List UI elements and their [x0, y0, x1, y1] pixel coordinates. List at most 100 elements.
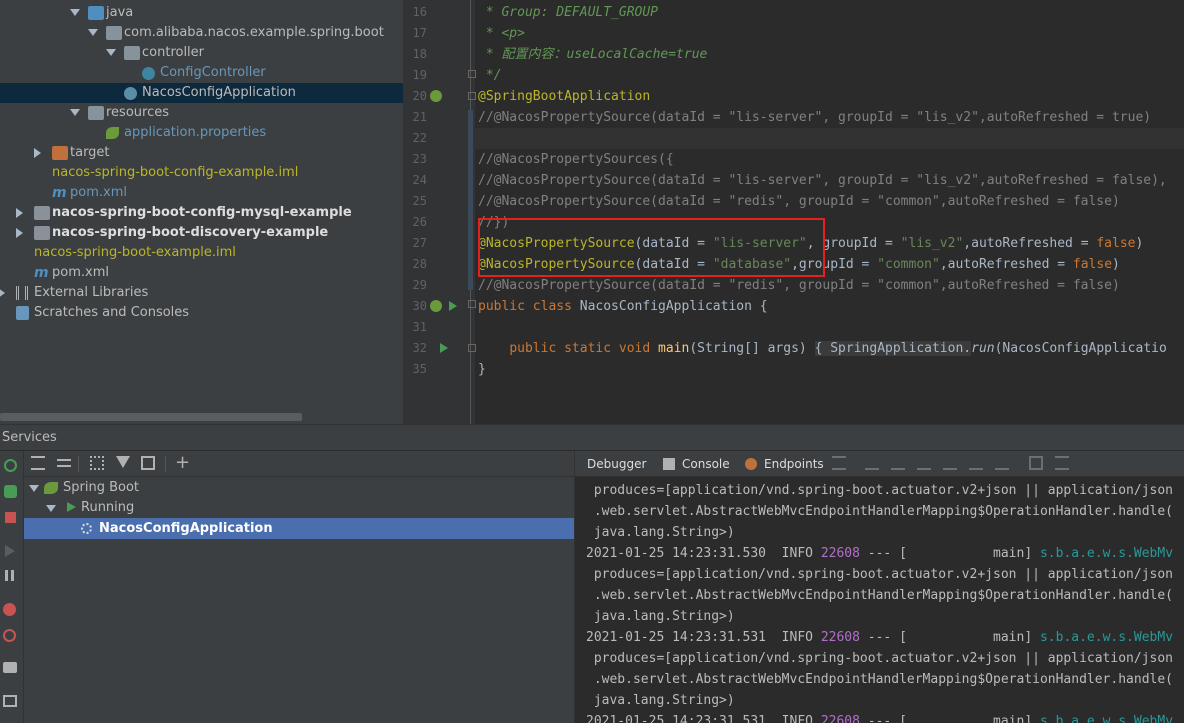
maven-icon: m	[34, 265, 49, 281]
drop-frame-icon[interactable]	[969, 456, 983, 470]
layout-icon[interactable]	[3, 695, 17, 707]
package-folder-icon	[88, 106, 104, 120]
tree-item[interactable]: com.alibaba.nacos.example.spring.boot	[0, 23, 403, 43]
line-number: 16	[412, 5, 427, 19]
spring-bean-gutter-icon[interactable]	[430, 300, 442, 312]
tree-item[interactable]: m pom.xml	[0, 183, 403, 203]
tree-item[interactable]: Scratches and Consoles	[0, 303, 403, 323]
chevron-down-icon[interactable]	[70, 109, 80, 116]
new-tab-icon[interactable]	[141, 456, 155, 470]
service-app-label[interactable]: NacosConfigApplication	[99, 518, 273, 539]
service-group-label[interactable]: Running	[81, 497, 134, 519]
step-over-icon[interactable]	[865, 456, 879, 470]
service-root-label[interactable]: Spring Boot	[63, 477, 139, 499]
tree-item[interactable]: nacos-spring-boot-discovery-example	[0, 223, 403, 243]
tree-item[interactable]: m pom.xml	[0, 263, 403, 283]
expand-all-icon[interactable]	[31, 456, 45, 470]
run-main-gutter-icon[interactable]	[440, 343, 448, 353]
tree-item[interactable]: target	[0, 143, 403, 163]
log-thread: --- [ main]	[859, 546, 1040, 561]
chevron-down-icon[interactable]	[106, 49, 116, 56]
tree-item[interactable]: ConfigController	[0, 63, 403, 83]
log-logger: s.b.a.e.w.s.WebMv	[1039, 630, 1174, 645]
tab-endpoints[interactable]: Endpoints	[764, 451, 824, 477]
tab-debugger[interactable]: Debugger	[587, 451, 646, 477]
spring-bean-gutter-icon[interactable]	[430, 90, 442, 102]
force-step-into-icon[interactable]	[917, 456, 931, 470]
trace-icon[interactable]	[1055, 456, 1069, 470]
step-into-icon[interactable]	[891, 456, 905, 470]
menu-icon[interactable]	[832, 456, 846, 470]
camera-icon[interactable]	[3, 662, 17, 673]
line-number: 30	[412, 299, 427, 313]
line-number: 29	[412, 278, 427, 292]
log-timestamp: 2021-01-25 14:23:31.530	[586, 546, 767, 561]
pause-icon-left[interactable]	[5, 570, 8, 581]
project-horizontal-scrollbar[interactable]	[0, 413, 302, 421]
toolbar-divider	[78, 456, 79, 472]
chevron-right-icon[interactable]	[16, 228, 23, 238]
services-left-toolbar	[0, 451, 24, 723]
code-line-23: //@NacosPropertySources({	[478, 152, 674, 167]
pause-icon-right[interactable]	[11, 570, 14, 581]
breakpoints-icon[interactable]	[3, 603, 16, 616]
chevron-right-icon[interactable]	[16, 208, 23, 218]
console-toolbar: Debugger Console Endpoints	[575, 451, 1184, 477]
highlight-annotation-box	[478, 218, 825, 277]
line-number: 27	[412, 236, 427, 250]
line-number: 25	[412, 194, 427, 208]
tree-item[interactable]: java	[0, 3, 403, 23]
log-thread: --- [ main]	[859, 630, 1040, 645]
code-line-22-current	[475, 128, 1184, 149]
tree-item[interactable]: External Libraries	[0, 283, 403, 303]
tree-item-label: pom.xml	[70, 185, 127, 200]
refresh-icon[interactable]	[4, 459, 17, 472]
stop-icon[interactable]	[5, 512, 16, 523]
tree-item[interactable]: nacos-spring-boot-example.iml	[0, 243, 403, 263]
tree-item[interactable]: nacos-spring-boot-config-mysql-example	[0, 203, 403, 223]
collapse-all-icon[interactable]	[57, 459, 71, 467]
run-gutter-icon[interactable]	[449, 301, 457, 311]
tab-console[interactable]: Console	[682, 451, 730, 477]
code-line-35: }	[478, 362, 486, 377]
add-service-icon[interactable]: +	[175, 450, 190, 476]
line-number: 17	[412, 26, 427, 40]
services-title: Services	[2, 430, 57, 445]
expand-arrow-icon[interactable]	[46, 505, 56, 512]
debug-icon[interactable]	[4, 485, 17, 498]
tree-item-label: application.properties	[124, 125, 267, 140]
fold-icon[interactable]	[468, 344, 476, 352]
module-folder-icon	[34, 206, 50, 220]
console-log-line: 2021-01-25 14:23:31.531 INFO 22608 --- […	[586, 711, 1173, 723]
services-title-bar: Services	[0, 424, 1184, 450]
code-line-20: @SpringBootApplication	[478, 89, 651, 104]
tree-item[interactable]: application.properties	[0, 123, 403, 143]
evaluate-icon[interactable]	[1029, 456, 1043, 470]
tree-item[interactable]: NacosConfigApplication	[0, 83, 403, 103]
filter-icon[interactable]	[116, 456, 130, 468]
chevron-right-icon[interactable]	[0, 288, 5, 298]
log-timestamp: 2021-01-25 14:23:31.531	[586, 630, 767, 645]
line-number: 32	[412, 341, 427, 355]
run-to-cursor-icon[interactable]	[995, 456, 1009, 470]
tree-item[interactable]: controller	[0, 43, 403, 63]
fold-icon[interactable]	[468, 300, 476, 308]
chevron-down-icon[interactable]	[70, 9, 80, 16]
excluded-folder-icon	[52, 146, 68, 160]
toolbar-divider	[165, 456, 166, 472]
endpoints-icon	[745, 458, 757, 470]
step-out-icon[interactable]	[943, 456, 957, 470]
console-continuation-line: java.lang.String>)	[586, 525, 735, 540]
tree-item[interactable]: nacos-spring-boot-config-example.iml	[0, 163, 403, 183]
tree-item[interactable]: resources	[0, 103, 403, 123]
group-by-icon[interactable]	[90, 456, 104, 470]
console-log-line: 2021-01-25 14:23:31.531 INFO 22608 --- […	[586, 627, 1173, 648]
chevron-down-icon[interactable]	[88, 29, 98, 36]
fold-icon[interactable]	[468, 92, 476, 100]
mute-breakpoints-icon[interactable]	[3, 629, 16, 642]
chevron-right-icon[interactable]	[34, 148, 41, 158]
expand-arrow-icon[interactable]	[29, 485, 39, 492]
fold-icon[interactable]	[468, 70, 476, 78]
line-number: 26	[412, 215, 427, 229]
resume-icon[interactable]	[5, 545, 15, 557]
